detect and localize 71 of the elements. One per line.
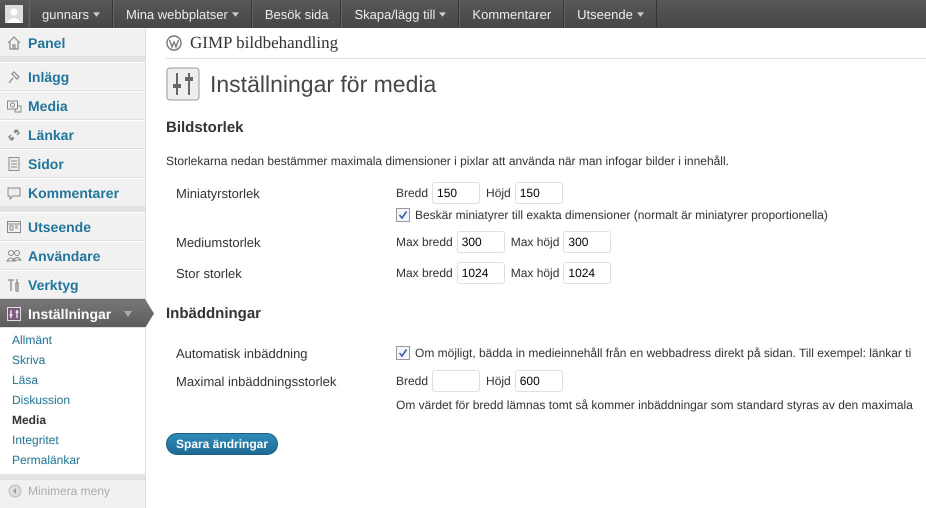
section-heading: Inbäddningar [166, 305, 262, 322]
admin-bar-menu[interactable]: Skapa/lägg till [341, 0, 460, 28]
save-button[interactable]: Spara ändringar [166, 433, 278, 455]
setting-label: Mediumstorlek [176, 234, 262, 252]
menu-icon [6, 68, 22, 84]
number-field[interactable] [432, 370, 480, 392]
sidebar-menu-item[interactable]: Panel [0, 28, 145, 57]
admin-bar-menu[interactable]: Besök sida [252, 0, 342, 28]
setting-label: Maximal inbäddningsstorlek [176, 373, 338, 391]
number-field[interactable]: 1024 [563, 262, 612, 284]
number-field[interactable]: 300 [563, 231, 612, 253]
field-label: Max höjd [510, 235, 560, 249]
admin-bar-menu[interactable]: gunnars [29, 0, 113, 28]
checkbox-label: Beskär miniatyrer till exakta dimensioner (normalt är miniatyrer proportionella) [415, 208, 828, 222]
submenu-item[interactable]: Läsa [0, 370, 145, 390]
logo-icon [166, 35, 182, 51]
sidebar-menu-item[interactable]: Sidor [0, 149, 145, 178]
admin-bar-menu[interactable]: Mina webbplatser [112, 0, 252, 28]
sidebar-menu-item[interactable]: Kommentarer [0, 178, 145, 207]
section-description: Storlekarna nedan bestämmer maximala dimensioner i pixlar att använda när man infogar bilder i innehåll. [166, 154, 730, 168]
hint-text: Om värdet för bredd lämnas tomt så kommer inbäddningar som standard styras av den maximala [396, 398, 914, 412]
page-title: Inställningar för media [210, 70, 436, 98]
field-label: Max bredd [396, 266, 453, 280]
collapse-icon [8, 484, 22, 498]
sidebar-menu-item[interactable]: Inlägg [0, 62, 145, 91]
checkbox[interactable] [396, 346, 410, 360]
menu-icon [6, 306, 22, 322]
sidebar-menu-item[interactable]: Användare [0, 241, 145, 270]
admin-bar-menu[interactable]: Kommentarer [459, 0, 564, 28]
number-field[interactable]: 600 [514, 370, 563, 392]
number-field[interactable]: 1024 [456, 262, 505, 284]
submenu-item[interactable]: Integritet [0, 430, 145, 450]
sidebar-menu-item[interactable]: Media [0, 91, 145, 120]
caret-icon [439, 12, 446, 16]
number-field[interactable]: 150 [432, 182, 480, 204]
submenu-item[interactable]: Permalänkar [0, 450, 145, 470]
menu-icon [6, 218, 22, 234]
section-heading: Bildstorlek [166, 119, 245, 136]
field-label: Max höjd [510, 266, 560, 280]
checkbox-label: Om möjligt, bädda in medieinnehåll från en webbadress direkt på sidan. Till exempel: länkar ti [415, 346, 912, 360]
caret-icon [92, 12, 100, 16]
caret-icon [124, 310, 132, 316]
setting-label: Miniatyrstorlek [176, 185, 261, 203]
setting-label: Stor storlek [176, 265, 243, 283]
site-title: GIMP bildbehandling [190, 33, 338, 53]
settings-icon [166, 67, 200, 101]
checkbox[interactable] [396, 208, 410, 222]
menu-icon [6, 98, 22, 114]
sidebar-menu-item[interactable]: Länkar [0, 120, 145, 149]
caret-icon [636, 12, 644, 16]
field-label: Bredd [396, 186, 428, 200]
submenu-item[interactable]: Media [0, 410, 145, 430]
setting-label: Automatisk inbäddning [176, 345, 309, 361]
field-label: Bredd [396, 374, 428, 388]
number-field[interactable]: 150 [514, 182, 563, 204]
menu-icon [6, 248, 22, 264]
menu-icon [6, 126, 22, 142]
submenu-item[interactable]: Allmänt [0, 330, 145, 350]
number-field[interactable]: 300 [456, 231, 505, 253]
field-label: Höjd [486, 186, 511, 200]
caret-icon [232, 12, 239, 16]
sidebar-menu-item[interactable]: Utseende [0, 212, 145, 241]
field-label: Max bredd [396, 235, 453, 249]
menu-icon [6, 184, 22, 200]
menu-icon [6, 34, 22, 50]
field-label: Höjd [486, 374, 511, 388]
admin-bar-menu[interactable]: Utseende [564, 0, 657, 28]
sidebar-menu-item[interactable]: Inställningar [0, 299, 154, 328]
submenu-item[interactable]: Diskussion [0, 390, 145, 410]
menu-icon [6, 156, 22, 172]
submenu-item[interactable]: Skriva [0, 350, 145, 370]
